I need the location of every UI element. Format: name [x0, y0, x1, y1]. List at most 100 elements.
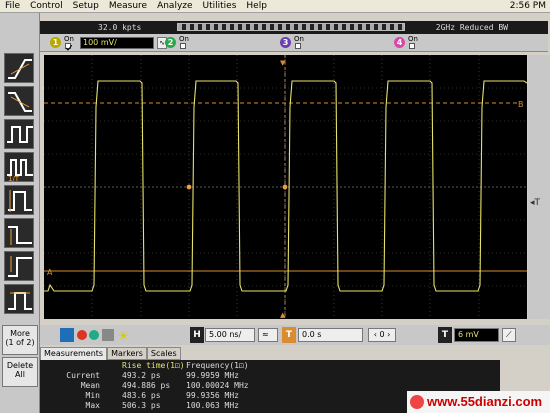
channel-bar: 1 On 100 mV/ ∿ 2 On 3 On 4 On: [40, 34, 548, 52]
rise-value: 493.2 ps: [122, 371, 161, 380]
menu-setup[interactable]: Setup: [68, 1, 104, 11]
tab-measurements[interactable]: Measurements: [40, 347, 108, 360]
rise-time-button[interactable]: [4, 53, 34, 83]
menu-analyze[interactable]: Analyze: [152, 1, 197, 11]
channel-3-badge[interactable]: 3: [280, 37, 291, 48]
print-icon: [102, 329, 114, 341]
trigger-level-field[interactable]: 6 mV: [454, 328, 499, 342]
falling-edge-icon: [8, 92, 32, 112]
delete-label: Delete: [6, 361, 34, 370]
marker-point-1[interactable]: [186, 184, 192, 190]
channel-3-on-label: On: [294, 35, 304, 43]
more-button[interactable]: More (1 of 2): [2, 325, 38, 355]
channel-4-checkbox[interactable]: [409, 43, 415, 49]
rise-value: 506.3 ps: [122, 401, 161, 410]
single-icon: [89, 330, 99, 340]
table-row: Mean 494.886 ps 100.00024 MHz: [40, 381, 500, 391]
trigger-marker-bottom: ▲: [280, 311, 286, 319]
waveform-display[interactable]: B A ▼ ▲: [44, 55, 527, 319]
rise-time-header[interactable]: Rise time(1⚀): [122, 361, 185, 370]
vmin-button[interactable]: [4, 218, 34, 248]
acquisition-status: 32.0 kpts 2GHz Reduced BW: [40, 21, 548, 34]
menu-measure[interactable]: Measure: [104, 1, 152, 11]
amplitude-icon: [8, 190, 32, 212]
timebase-field[interactable]: 5.00 ns/: [205, 328, 255, 342]
frequency-icon: 1/T: [7, 159, 33, 183]
trigger-marker-top: ▼: [280, 59, 286, 67]
control-row: ☀ H 5.00 ns/ ≈ T 0.0 s ‹ 0 › T 6 mV ⟋: [40, 325, 550, 345]
rise-value: 483.6 ps: [122, 391, 161, 400]
vmax-icon: [8, 256, 32, 277]
channel-1-scale[interactable]: 100 mV/: [80, 37, 154, 49]
channel-2-checkbox[interactable]: [180, 43, 186, 49]
period-button[interactable]: [4, 119, 34, 149]
vamplitude-button[interactable]: [4, 185, 34, 215]
watermark: www.55dianzi.com: [407, 391, 550, 413]
delete-all-button[interactable]: Delete All: [2, 357, 38, 387]
channel-1-checkbox[interactable]: [65, 43, 73, 51]
menu-help[interactable]: Help: [241, 1, 272, 11]
tab-markers[interactable]: Markers: [107, 347, 147, 360]
vmin-icon: [8, 226, 32, 245]
stop-icon: [77, 330, 87, 340]
clock: 2:56 PM: [509, 1, 546, 11]
frequency-button[interactable]: 1/T: [4, 152, 34, 183]
row-label: Current: [66, 371, 100, 380]
more-label: More: [10, 329, 30, 338]
channel-3-checkbox[interactable]: [295, 43, 301, 49]
measurement-toolbar: 1/T More (1 of 2) Delete All: [0, 13, 40, 413]
rising-edge-icon: [8, 59, 32, 79]
freq-value: 100.00024 MHz: [186, 381, 249, 390]
memory-bar: [177, 23, 405, 31]
more-page: (1 of 2): [5, 338, 35, 347]
delete-sub: All: [15, 370, 25, 379]
svg-text:1/T: 1/T: [8, 175, 20, 183]
stepper-icon: ≈: [262, 330, 269, 339]
rise-value: 494.886 ps: [122, 381, 171, 390]
check-icon: [65, 44, 73, 51]
marker-point-2[interactable]: [282, 184, 288, 190]
frequency-header[interactable]: Frequency(1⚀): [186, 361, 249, 370]
trigger-slope-button[interactable]: ⟋: [502, 328, 516, 342]
timebase-stepper[interactable]: ≈: [258, 328, 278, 342]
channel-4-badge[interactable]: 4: [394, 37, 405, 48]
watermark-logo-icon: [410, 395, 424, 409]
watermark-text: www.55dianzi.com: [427, 394, 543, 409]
trigger-level-gutter: ◂T: [528, 55, 550, 319]
bottom-tabs: Measurements Markers Scales: [40, 347, 181, 360]
oscilloscope-window: File Control Setup Measure Analyze Utili…: [0, 0, 550, 413]
run-icon: [60, 328, 74, 342]
vtop-button[interactable]: [4, 284, 34, 314]
freq-value: 100.063 MHz: [186, 401, 239, 410]
horizontal-label: H: [190, 327, 204, 343]
fall-time-button[interactable]: [4, 86, 34, 116]
marker-b-label: B: [518, 100, 524, 109]
row-label: Max: [85, 401, 100, 410]
svg-text:☀: ☀: [118, 329, 129, 343]
delay-label: T: [282, 327, 296, 343]
menu-utilities[interactable]: Utilities: [198, 1, 242, 11]
svg-text:◂T: ◂T: [530, 198, 541, 208]
tab-scales[interactable]: Scales: [146, 347, 181, 360]
delay-field[interactable]: 0.0 s: [298, 328, 363, 342]
arrow-left-right-icon: ‹ 0 ›: [373, 330, 391, 339]
marker-a-label: A: [47, 268, 53, 277]
trigger-label: T: [438, 327, 452, 343]
channel-2-badge[interactable]: 2: [165, 37, 176, 48]
run-control-icons[interactable]: ☀: [58, 325, 138, 345]
channel-1-badge[interactable]: 1: [50, 37, 61, 48]
vmax-button[interactable]: [4, 251, 34, 281]
slope-icon: ⟋: [506, 330, 512, 339]
delay-nav[interactable]: ‹ 0 ›: [368, 328, 396, 342]
vtop-icon: [8, 292, 32, 310]
freq-value: 99.9356 MHz: [186, 391, 239, 400]
channel-2-on-label: On: [179, 35, 189, 43]
channel-4-on-label: On: [408, 35, 418, 43]
row-label: Mean: [80, 381, 100, 390]
acquisition-points: 32.0 kpts: [98, 23, 142, 32]
sampling-mode: 2GHz Reduced BW: [435, 23, 508, 32]
menu-control[interactable]: Control: [25, 1, 68, 11]
channel-1-on-label: On: [64, 35, 74, 43]
menu-file[interactable]: File: [0, 1, 25, 11]
trigger-level-icon[interactable]: ◂T: [528, 55, 550, 319]
